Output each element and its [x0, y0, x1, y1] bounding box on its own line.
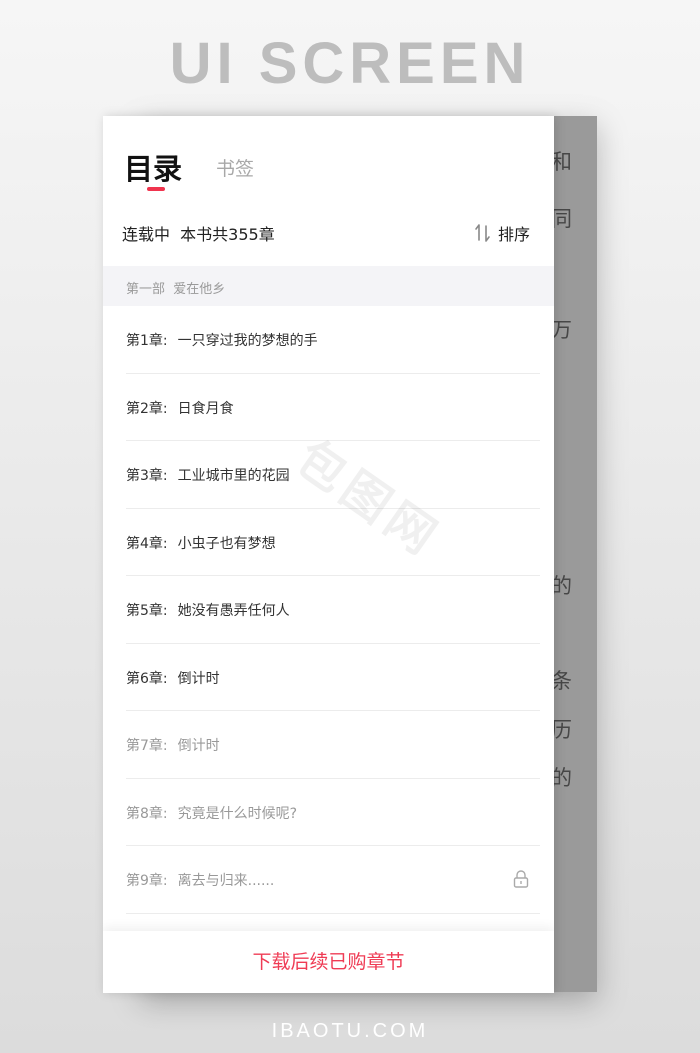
sort-button[interactable]: 排序 [474, 221, 530, 245]
book-status-text: 连载中 本书共355章 [122, 225, 275, 244]
chapter-number: 第8章: [126, 805, 168, 822]
chapter-item[interactable]: 第4章: 小虫子也有梦想 [126, 509, 540, 576]
chapter-list: 第1章: 一只穿过我的梦想的手第2章: 日食月食第3章: 工业城市里的花园第4章: 小虫… [103, 306, 554, 981]
chapter-label: 第4章: 小虫子也有梦想 [126, 533, 276, 553]
section-header: 第一部 爱在他乡 [103, 266, 554, 306]
sort-label: 排序 [497, 225, 530, 244]
chapter-item[interactable]: 第5章: 她没有愚弄任何人 [126, 576, 540, 644]
chapter-label: 第2章: 日食月食 [126, 398, 234, 418]
lock-icon [513, 870, 529, 888]
sort-icon [475, 224, 490, 242]
reader-char: 同 [551, 207, 572, 231]
chapter-label: 第1章: 一只穿过我的梦想的手 [126, 330, 318, 350]
catalog-drawer: 目录 书签 连载中 本书共355章 排序 第一部 爱在他乡 第1章: 一只穿过我的… [103, 116, 554, 993]
chapter-number: 第3章: [126, 468, 168, 484]
header-title: UI SCREEN [169, 31, 531, 96]
chapter-label: 第8章: 究竟是什么时候呢? [126, 803, 297, 823]
chapter-item[interactable]: 第8章: 究竟是什么时候呢? [126, 779, 540, 846]
reader-char: 的 [551, 574, 572, 598]
reader-char: 和 [551, 150, 572, 174]
book-status-row: 连载中 本书共355章 排序 [122, 221, 530, 247]
chapter-label: 第3章: 工业城市里的花园 [126, 465, 290, 485]
chapter-title: 倒计时 [177, 670, 220, 687]
chapter-title: 倒计时 [177, 738, 220, 754]
chapter-label: 第7章: 倒计时 [126, 735, 220, 755]
chapter-title: 日食月食 [177, 400, 234, 417]
chapter-item[interactable]: 第1章: 一只穿过我的梦想的手 [126, 306, 540, 374]
chapter-number: 第7章: [126, 738, 168, 754]
reader-char: 历 [551, 718, 572, 742]
chapter-title: 究竟是什么时候呢? [177, 805, 298, 822]
chapter-item[interactable]: 第6章: 倒计时 [126, 644, 540, 711]
section-title: 第一部 爱在他乡 [126, 282, 226, 297]
chapter-title: 她没有愚弄任何人 [177, 603, 290, 619]
footer-brand: IBAOTU.COM [271, 1020, 429, 1042]
chapter-item[interactable]: 第7章: 倒计时 [126, 711, 540, 779]
download-purchased-button[interactable]: 下载后续已购章节 [103, 931, 554, 993]
chapter-number: 第4章: [126, 535, 168, 552]
chapter-number: 第1章: [126, 333, 168, 349]
tab-active-indicator [147, 187, 165, 191]
chapter-title: 工业城市里的花园 [177, 468, 290, 484]
chapter-number: 第2章: [126, 400, 168, 417]
chapter-label: 第5章: 她没有愚弄任何人 [126, 600, 290, 620]
chapter-title: 离去与归来...... [177, 873, 275, 889]
reader-char: 的 [551, 766, 572, 790]
chapter-label: 第9章: 离去与归来...... [126, 870, 274, 890]
chapter-title: 一只穿过我的梦想的手 [177, 333, 318, 349]
chapter-number: 第9章: [126, 873, 168, 889]
tab-bookmarks[interactable]: 书签 [216, 154, 254, 181]
chapter-item[interactable]: 第9章: 离去与归来...... [126, 846, 540, 914]
chapter-number: 第6章: [126, 670, 168, 687]
tab-catalog[interactable]: 目录 [124, 146, 182, 188]
reader-char: 万 [551, 318, 572, 342]
chapter-label: 第6章: 倒计时 [126, 668, 220, 688]
reader-char: 条 [551, 669, 572, 693]
chapter-title: 小虫子也有梦想 [177, 535, 276, 552]
chapter-number: 第5章: [126, 603, 168, 619]
